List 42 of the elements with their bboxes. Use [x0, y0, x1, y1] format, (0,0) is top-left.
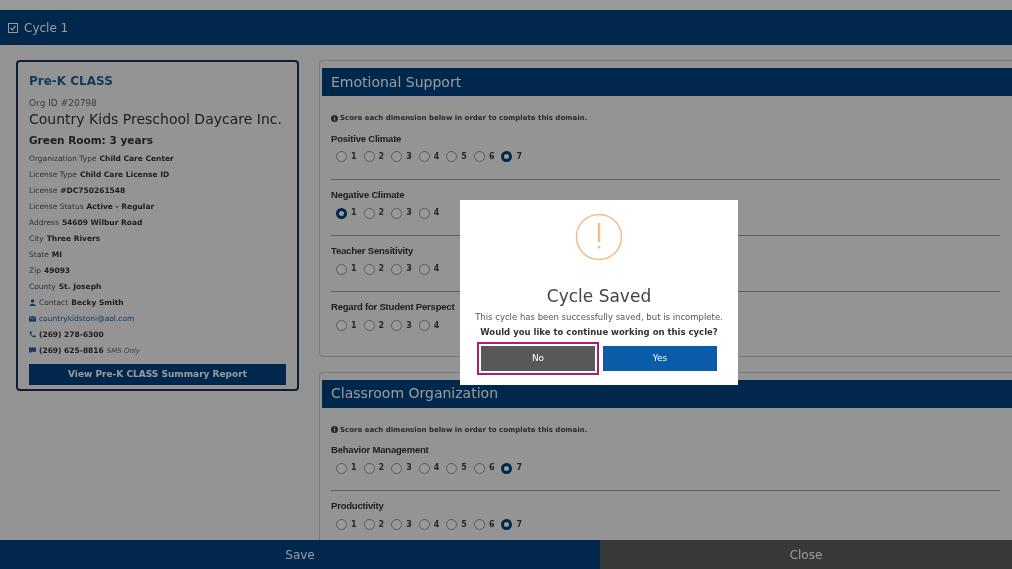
chat-icon [29, 347, 36, 355]
org-id: Org ID #20798 [29, 97, 98, 110]
envelope-icon [29, 315, 36, 322]
dialog-message: This cycle has been successfully saved, but is incomplete. [475, 311, 723, 324]
organization-name: Country Kids Preschool Daycare Inc. [29, 110, 283, 128]
no-button[interactable]: No [477, 341, 599, 375]
close-button[interactable]: Close [600, 540, 1012, 569]
dimension-label: Productivity [331, 499, 385, 514]
dimension-label: Teacher Sensitivity [331, 244, 415, 258]
save-button[interactable]: Save [0, 540, 600, 569]
dialog-title: Cycle Saved [546, 286, 652, 308]
rating-radio[interactable]: 1 [336, 263, 357, 276]
rating-radio[interactable]: 1 [336, 150, 357, 163]
rating-radio[interactable]: 4 [418, 518, 440, 531]
rating-radio[interactable]: 5 [446, 518, 467, 531]
dimension-label: Positive Climate [331, 131, 403, 146]
warning-icon [575, 213, 623, 261]
dimension-label: Negative Climate [331, 187, 406, 202]
rating-radio[interactable]: 3 [391, 518, 412, 531]
rating-radio[interactable]: 4 [418, 319, 440, 332]
rating-radio[interactable]: 2 [363, 518, 385, 531]
domain-header: Emotional Support [322, 68, 1012, 96]
rating-radio[interactable]: 1 [336, 462, 357, 475]
card-title: Pre-K CLASS [29, 73, 114, 90]
room-name: Green Room: 3 years [29, 133, 154, 148]
person-icon [29, 299, 36, 307]
page-title: Cycle 1 [24, 19, 69, 37]
rating-radio[interactable]: 2 [363, 319, 385, 332]
rating-radio[interactable]: 3 [391, 319, 412, 332]
info-icon [331, 114, 338, 122]
rating-radio[interactable]: 1 [336, 518, 357, 531]
rating-radio[interactable]: 1 [336, 319, 357, 332]
rating-radio[interactable]: 6 [473, 518, 495, 531]
dialog-question: Would you like to continue working on this cycle? [480, 326, 718, 339]
dimension-label: Regard for Student Perspect [331, 300, 456, 315]
domain-header: Classroom Organization [322, 379, 1012, 408]
info-icon [331, 426, 338, 434]
summary-report-button[interactable]: View Pre-K CLASS Summary Report [29, 363, 286, 385]
rating-radio[interactable]: 7 [501, 518, 523, 531]
dimension-label: Behavior Management [331, 443, 430, 457]
phone-icon [29, 331, 36, 339]
checkbox-icon [8, 22, 18, 33]
